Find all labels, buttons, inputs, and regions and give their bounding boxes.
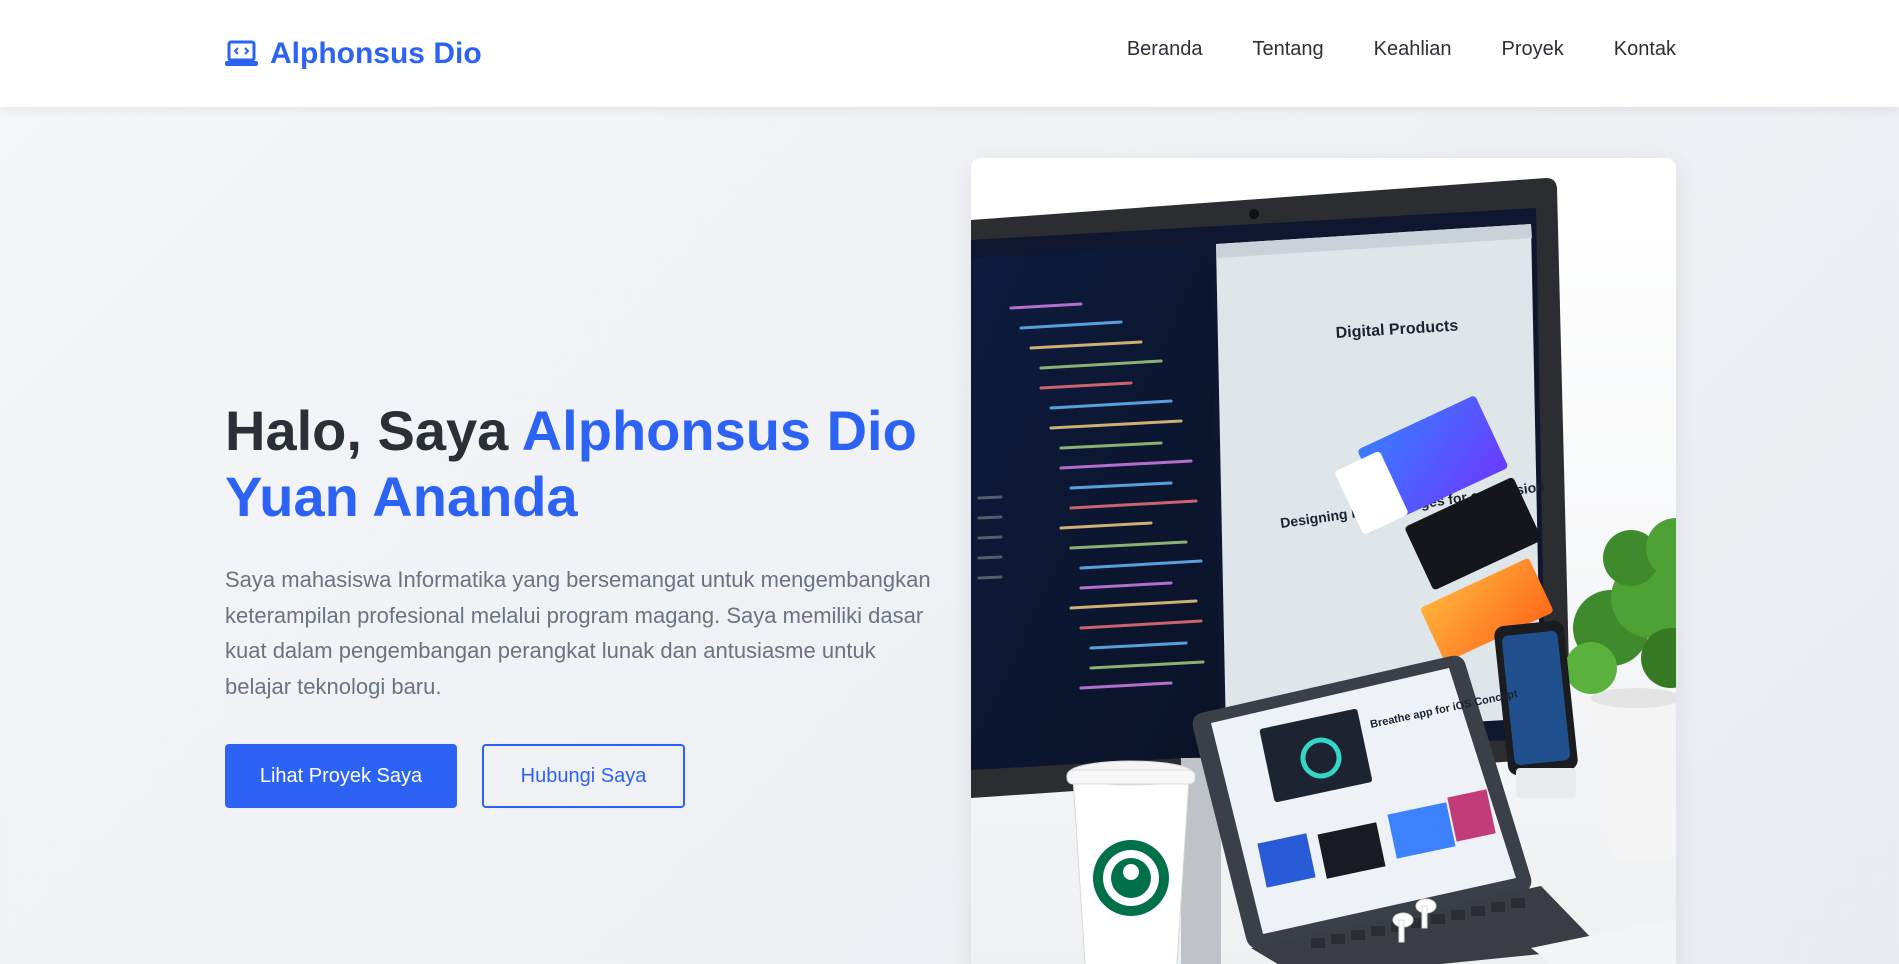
brand-name: Alphonsus Dio [270,37,482,70]
brand-link[interactable]: Alphonsus Dio [225,34,482,74]
coffee-cup [1066,760,1196,964]
navbar: Alphonsus Dio Beranda Tentang Keahlian P… [0,0,1899,107]
nav-link-kontak[interactable]: Kontak [1614,38,1676,60]
nav-link-tentang[interactable]: Tentang [1252,38,1323,60]
nav-link-proyek[interactable]: Proyek [1501,38,1563,60]
hero-greeting: Halo, Saya [225,399,522,462]
hero-workspace-image: Digital Products Designing landing pages… [971,158,1676,964]
view-projects-button[interactable]: Lihat Proyek Saya [225,744,457,808]
contact-me-button[interactable]: Hubungi Saya [482,744,685,808]
hero-description: Saya mahasiswa Informatika yang berseman… [225,567,931,699]
nav-link-beranda[interactable]: Beranda [1127,38,1203,60]
hero-title: Halo, Saya Alphonsus Dio Yuan Ananda [225,398,945,530]
nav-link-keahlian[interactable]: Keahlian [1374,38,1452,60]
nav-links: Beranda Tentang Keahlian Proyek Kontak [1127,38,1676,61]
laptop-code-icon [225,40,258,68]
